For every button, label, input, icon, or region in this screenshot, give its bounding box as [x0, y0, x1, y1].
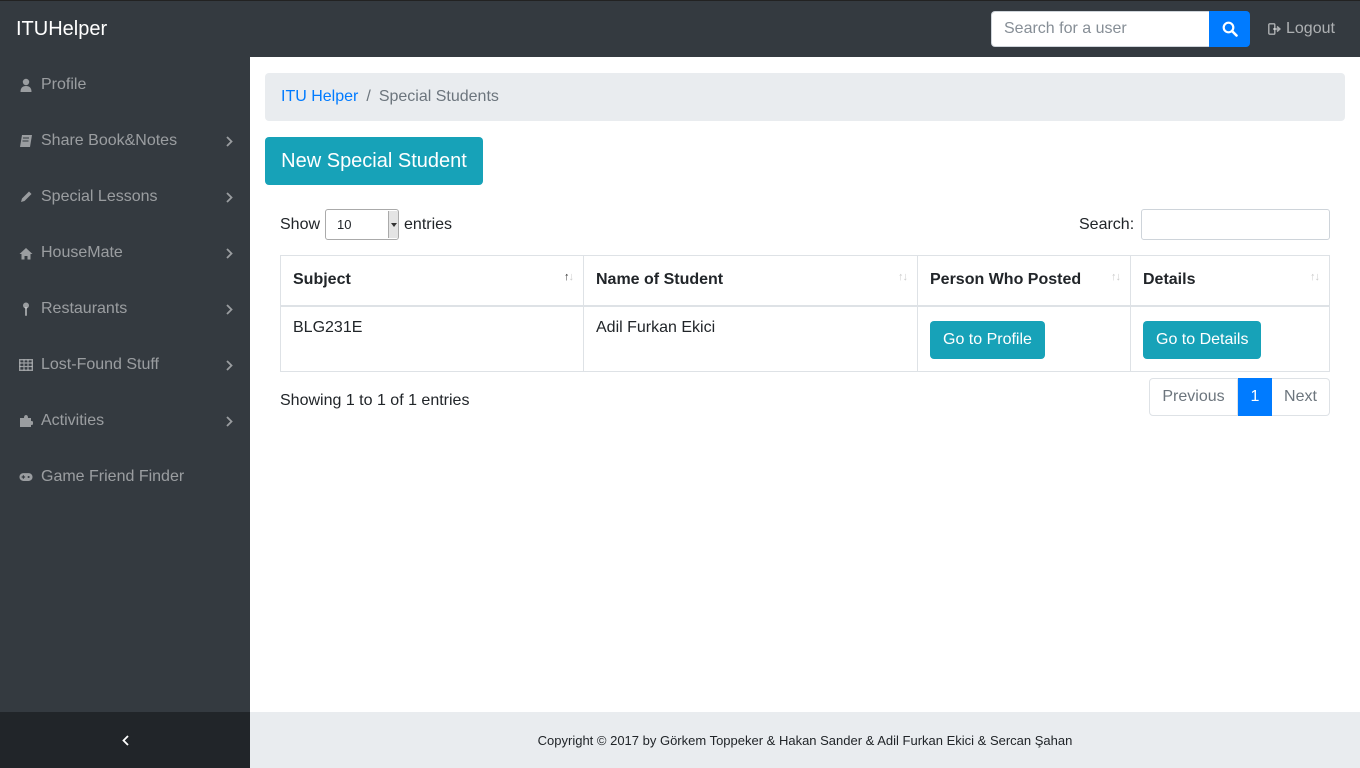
- sidebar-item-label: Restaurants: [41, 300, 128, 317]
- go-to-details-button[interactable]: Go to Details: [1143, 320, 1262, 359]
- breadcrumb-current: Special Students: [378, 88, 499, 105]
- gamepad-icon: [19, 470, 33, 484]
- user-icon: [19, 78, 33, 92]
- sidebar-item-share-book-notes[interactable]: Share Book&Notes: [0, 113, 250, 169]
- dropdown-arrow-icon: [388, 211, 399, 238]
- user-search-form: [991, 11, 1250, 47]
- chevron-right-icon: [224, 134, 234, 148]
- sign-out-icon: [1268, 23, 1282, 35]
- sidebar-item-label: HouseMate: [41, 244, 123, 261]
- user-search-input[interactable]: [991, 11, 1209, 47]
- sidebar-toggle-button[interactable]: [0, 712, 250, 768]
- table-header-row: Subject ↑↓ Name of Student ↑↓ Person Who…: [280, 255, 1330, 307]
- sidebar-item-label: Game Friend Finder: [41, 468, 185, 485]
- column-header-details[interactable]: Details ↑↓: [1130, 255, 1330, 307]
- puzzle-icon: [19, 414, 33, 428]
- chevron-right-icon: [224, 414, 234, 428]
- column-header-person-who-posted[interactable]: Person Who Posted ↑↓: [917, 255, 1131, 307]
- go-to-profile-button[interactable]: Go to Profile: [930, 320, 1045, 359]
- logout-label: Logout: [1286, 20, 1335, 37]
- search-button[interactable]: [1209, 11, 1250, 47]
- search-icon: [1222, 21, 1238, 37]
- footer: Copyright © 2017 by Görkem Toppeker & Ha…: [250, 712, 1360, 768]
- pagination-page-1[interactable]: 1: [1238, 378, 1272, 416]
- sidebar-item-special-lessons[interactable]: Special Lessons: [0, 169, 250, 225]
- sort-icon: ↑↓: [564, 271, 574, 283]
- show-label: Show: [280, 215, 321, 233]
- table-info: Showing 1 to 1 of 1 entries: [280, 392, 470, 409]
- chevron-left-icon: [121, 734, 129, 746]
- breadcrumb-separator: /: [366, 88, 371, 105]
- special-students-table: Subject ↑↓ Name of Student ↑↓ Person Who…: [280, 255, 1330, 372]
- pagination-next[interactable]: Next: [1272, 378, 1330, 416]
- cell-student-name: Adil Furkan Ekici: [583, 305, 918, 372]
- sort-icon: ↑↓: [1111, 271, 1121, 283]
- top-navbar: ITUHelper Logout: [0, 0, 1360, 57]
- pagination: Previous 1 Next: [1149, 378, 1330, 416]
- table-icon: [19, 358, 33, 372]
- table-search-label: Search:: [1079, 215, 1135, 233]
- cell-person-who-posted: Go to Profile: [917, 305, 1131, 372]
- sidebar-item-game-friend-finder[interactable]: Game Friend Finder: [0, 449, 250, 505]
- sidebar-item-lost-found-stuff[interactable]: Lost-Found Stuff: [0, 337, 250, 393]
- table-search-input[interactable]: [1141, 209, 1331, 240]
- sidebar: Profile Share Book&Notes Special Lessons…: [0, 57, 250, 712]
- sort-icon: ↑↓: [898, 271, 908, 283]
- chevron-right-icon: [224, 302, 234, 316]
- pencil-icon: [19, 190, 33, 204]
- sort-icon: ↑↓: [1310, 271, 1320, 283]
- entries-length-value: 10: [337, 217, 352, 232]
- chevron-right-icon: [224, 246, 234, 260]
- cell-subject: BLG231E: [280, 305, 584, 372]
- entries-label: entries: [404, 215, 453, 233]
- sidebar-item-label: Special Lessons: [41, 188, 158, 205]
- sidebar-item-restaurants[interactable]: Restaurants: [0, 281, 250, 337]
- sidebar-item-profile[interactable]: Profile: [0, 57, 250, 113]
- table-filter-control: Search:: [1079, 209, 1331, 240]
- copyright-text: Copyright © 2017 by Görkem Toppeker & Ha…: [537, 732, 1073, 748]
- pagination-previous[interactable]: Previous: [1149, 378, 1238, 416]
- sidebar-item-activities[interactable]: Activities: [0, 393, 250, 449]
- brand-logo[interactable]: ITUHelper: [16, 18, 107, 41]
- book-icon: [19, 134, 33, 148]
- table-row: BLG231E Adil Furkan Ekici Go to Profile …: [280, 305, 1330, 372]
- entries-length-select[interactable]: 10: [325, 209, 400, 240]
- breadcrumb: ITU Helper / Special Students: [265, 73, 1345, 121]
- sidebar-item-label: Activities: [41, 412, 105, 429]
- logout-link[interactable]: Logout: [1268, 20, 1335, 38]
- column-header-subject[interactable]: Subject ↑↓: [280, 255, 584, 307]
- cell-details: Go to Details: [1130, 305, 1330, 372]
- new-special-student-button[interactable]: New Special Student: [265, 137, 483, 185]
- chevron-right-icon: [224, 358, 234, 372]
- thermometer-icon: [19, 302, 33, 316]
- home-icon: [19, 246, 33, 260]
- sidebar-item-label: Share Book&Notes: [41, 132, 178, 149]
- breadcrumb-home-link[interactable]: ITU Helper: [281, 88, 358, 106]
- sidebar-item-label: Lost-Found Stuff: [41, 356, 159, 373]
- entries-length-control: Show 10 entries: [280, 209, 452, 240]
- column-header-name-of-student[interactable]: Name of Student ↑↓: [583, 255, 918, 307]
- sidebar-item-label: Profile: [41, 76, 87, 93]
- sidebar-item-housemate[interactable]: HouseMate: [0, 225, 250, 281]
- chevron-right-icon: [224, 190, 234, 204]
